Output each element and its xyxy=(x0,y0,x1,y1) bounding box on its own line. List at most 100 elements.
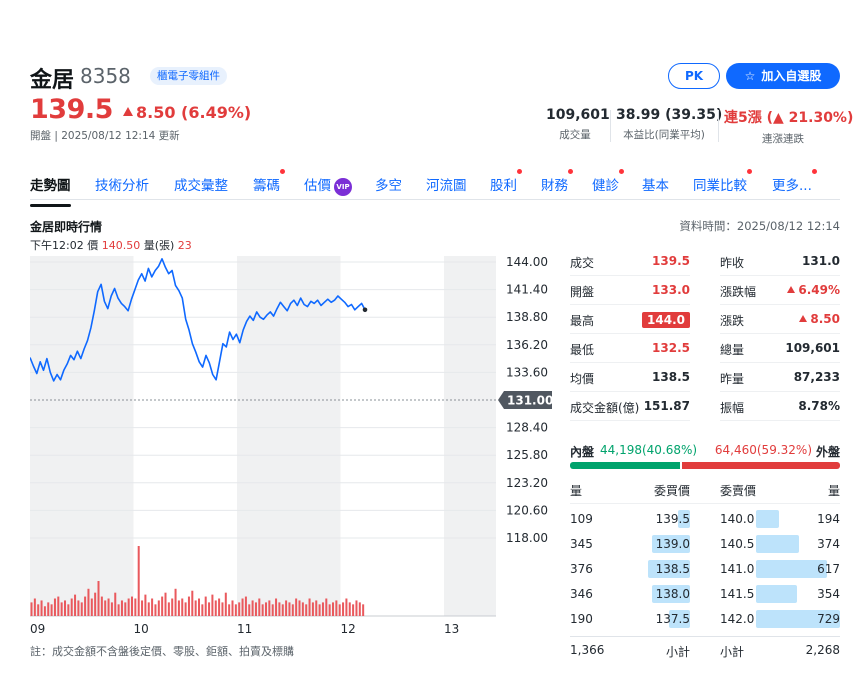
volume-bar xyxy=(335,600,338,616)
tab-financial[interactable]: 財務 xyxy=(541,169,573,194)
volume-bar xyxy=(198,598,201,616)
tab-chips[interactable]: 籌碼 xyxy=(253,169,285,194)
bid-price: 137.5 xyxy=(655,612,690,626)
volume-bar xyxy=(218,598,221,616)
hour-band xyxy=(133,256,237,616)
volume-bar xyxy=(167,602,170,616)
volume-bar xyxy=(107,598,110,616)
bid-total: 1,366 xyxy=(570,643,605,657)
tab-dividend[interactable]: 股利 xyxy=(490,169,522,194)
tab-label: 河流圖 xyxy=(426,178,467,194)
add-watchlist-button[interactable]: ☆ 加入自選股 xyxy=(726,63,840,89)
outer-value: 64,460(59.32%) xyxy=(714,443,812,457)
ask-qty: 374 xyxy=(817,537,840,551)
stat-label: 連漲連跌 xyxy=(762,133,804,145)
ask-qty: 729 xyxy=(817,612,840,626)
intraday-chart[interactable]: 144.00 141.40 138.80 136.20 133.60 128.40 125.… xyxy=(30,256,560,640)
sector-tag[interactable]: 櫃電子零組件 xyxy=(150,67,227,85)
order-book-row: 109 139.5 140.0 194 xyxy=(570,507,840,532)
quote-value: 133.0 xyxy=(652,283,690,297)
tab-bar: 走勢圖 技術分析 成交彙整 籌碼 估價 VIP 多空 河流圖 股利 財務 健診 基… xyxy=(30,169,840,207)
volume-bar xyxy=(161,596,164,616)
volume-bar xyxy=(97,581,100,616)
divider xyxy=(718,110,719,142)
tab-river[interactable]: 河流圖 xyxy=(426,174,467,194)
tab-chart[interactable]: 走勢圖 xyxy=(30,174,71,207)
ask-volume-bar xyxy=(756,585,797,603)
x-tick-label: 09 xyxy=(30,622,45,636)
tab-basic[interactable]: 基本 xyxy=(642,174,669,194)
tab-label: 估價 xyxy=(304,178,331,194)
quote-label: 總量 xyxy=(720,343,745,357)
quote-label: 振幅 xyxy=(720,401,745,415)
ask-qty: 194 xyxy=(817,512,840,526)
volume-bar xyxy=(248,604,251,616)
y-tick-label: 133.60 xyxy=(506,365,548,379)
ask-price-header: 委賣價 xyxy=(720,484,757,498)
tab-label: 財務 xyxy=(541,178,568,194)
divider xyxy=(610,110,611,142)
volume-bar xyxy=(301,602,304,616)
volume-bar xyxy=(110,602,113,616)
volume-bar xyxy=(254,602,257,616)
quote-value: 8.50 xyxy=(799,312,840,326)
order-book-row: 345 139.0 140.5 374 xyxy=(570,532,840,557)
volume-bar xyxy=(144,594,147,616)
volume-bar xyxy=(285,600,288,616)
quote-value-text: 6.49% xyxy=(798,283,840,297)
quote-row: 成交金額(億) 151.87 xyxy=(570,393,690,421)
quote-label: 最高 xyxy=(570,314,595,328)
volume-bar xyxy=(124,602,127,616)
quote-label: 昨量 xyxy=(720,372,745,386)
quote-row: 均價 138.5 xyxy=(570,364,690,392)
tab-trades[interactable]: 成交彙整 xyxy=(174,174,228,194)
y-tick-label: 128.40 xyxy=(506,421,548,435)
quote-row: 最高 144.0 xyxy=(570,306,690,334)
notification-dot xyxy=(811,169,817,174)
volume-bar xyxy=(194,600,197,616)
high-badge: 144.0 xyxy=(642,312,690,328)
tab-valuation[interactable]: 估價 VIP xyxy=(304,174,352,196)
bid-qty: 346 xyxy=(570,587,593,601)
tab-peers[interactable]: 同業比較 xyxy=(693,169,752,194)
hour-band xyxy=(444,256,496,616)
ask-price: 140.5 xyxy=(720,537,755,551)
bid-qty-header: 量 xyxy=(570,484,583,498)
pk-button[interactable]: PK xyxy=(668,63,720,89)
volume-bar xyxy=(345,598,348,616)
quote-label: 最低 xyxy=(570,343,595,357)
chart-title: 金居即時行情 xyxy=(30,220,103,234)
volume-bar xyxy=(204,596,207,616)
ask-price: 141.0 xyxy=(720,562,755,576)
volume-bar xyxy=(318,604,321,616)
quote-row: 漲跌 8.50 xyxy=(720,306,840,334)
bid-qty: 109 xyxy=(570,512,593,526)
volume-bar xyxy=(325,598,328,616)
y-tick-label: 120.60 xyxy=(506,503,548,517)
legend-volume-label: 量(張) xyxy=(143,239,175,252)
volume-bar xyxy=(201,604,204,616)
volume-bar xyxy=(321,602,324,616)
inner-ratio-bar xyxy=(570,462,680,469)
tab-bull-bear[interactable]: 多空 xyxy=(375,174,402,194)
volume-bar xyxy=(308,598,311,616)
volume-bar xyxy=(358,602,361,616)
hour-band xyxy=(237,256,341,616)
tab-more[interactable]: 更多... xyxy=(772,169,817,194)
volume-bar xyxy=(251,600,254,616)
x-tick-label: 10 xyxy=(134,622,149,636)
quote-row: 開盤 133.0 xyxy=(570,277,690,305)
quote-label: 開盤 xyxy=(570,285,595,299)
volume-bar xyxy=(120,600,123,616)
price-change: 8.50 (6.49%) xyxy=(123,103,251,122)
up-triangle-icon xyxy=(787,286,796,293)
quote-row: 昨量 87,233 xyxy=(720,364,840,392)
volume-bar xyxy=(295,598,298,616)
tab-technical[interactable]: 技術分析 xyxy=(95,174,149,194)
volume-bar xyxy=(265,602,268,616)
volume-bar xyxy=(328,604,331,616)
order-book-row: 190 137.5 142.0 729 xyxy=(570,607,840,632)
tab-health[interactable]: 健診 xyxy=(592,169,624,194)
volume-bar xyxy=(141,600,144,616)
volume-bar xyxy=(184,602,187,616)
